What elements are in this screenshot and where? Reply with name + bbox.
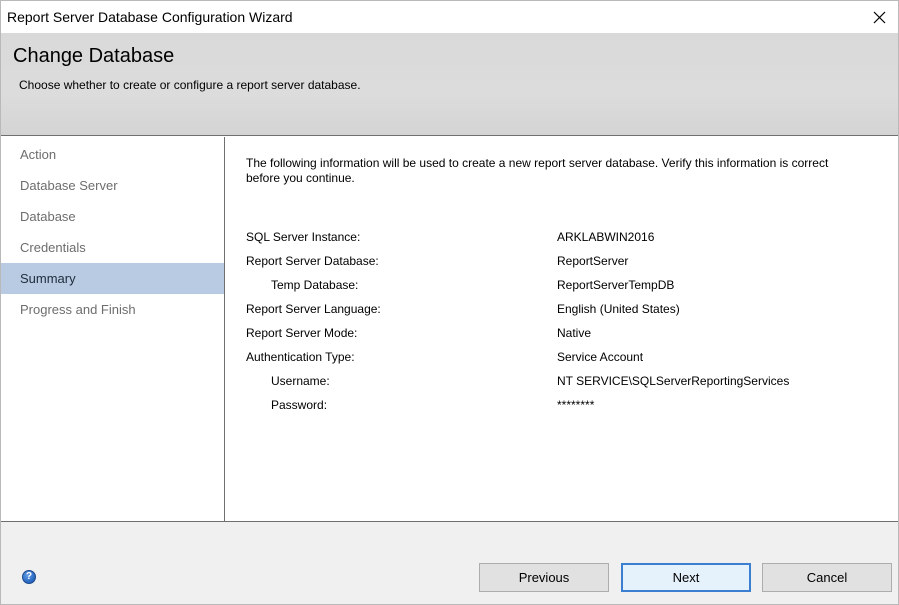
summary-intro-text: The following information will be used t… xyxy=(246,156,829,185)
summary-value: Native xyxy=(557,326,592,340)
page-title: Change Database xyxy=(13,45,175,67)
summary-value: ReportServer xyxy=(557,254,629,268)
summary-value: ******** xyxy=(557,398,595,412)
close-icon xyxy=(873,11,885,23)
summary-panel: The following information will be used t… xyxy=(226,137,898,521)
summary-label: SQL Server Instance: xyxy=(246,230,361,244)
summary-row-mode: Report Server Mode: Native xyxy=(246,326,886,344)
page-header: Change Database Choose whether to create… xyxy=(1,33,898,136)
summary-value: ARKLABWIN2016 xyxy=(557,230,655,244)
title-bar: Report Server Database Configuration Wiz… xyxy=(1,1,898,33)
wizard-footer: ? Previous Next Cancel xyxy=(1,522,898,604)
wizard-window: Report Server Database Configuration Wiz… xyxy=(0,0,899,605)
summary-label: Report Server Language: xyxy=(246,302,381,316)
sidebar-item-action[interactable]: Action xyxy=(1,139,224,170)
close-button[interactable] xyxy=(866,4,892,30)
sidebar-item-database-server[interactable]: Database Server xyxy=(1,170,224,201)
summary-label: Report Server Database: xyxy=(246,254,379,268)
summary-row-temp-database: Temp Database: ReportServerTempDB xyxy=(246,278,886,296)
summary-row-sql-instance: SQL Server Instance: ARKLABWIN2016 xyxy=(246,230,886,248)
summary-label: Authentication Type: xyxy=(246,350,355,364)
wizard-steps-sidebar: Action Database Server Database Credenti… xyxy=(1,137,225,521)
summary-label: Temp Database: xyxy=(271,278,359,292)
previous-button[interactable]: Previous xyxy=(479,563,609,592)
summary-label: Password: xyxy=(271,398,328,412)
summary-label: Username: xyxy=(271,374,330,388)
summary-row-password: Password: ******** xyxy=(246,398,886,416)
summary-value: ReportServerTempDB xyxy=(557,278,675,292)
window-title: Report Server Database Configuration Wiz… xyxy=(7,9,293,25)
sidebar-item-credentials[interactable]: Credentials xyxy=(1,232,224,263)
help-icon[interactable]: ? xyxy=(22,570,36,584)
cancel-button[interactable]: Cancel xyxy=(762,563,892,592)
summary-label: Report Server Mode: xyxy=(246,326,358,340)
summary-value: NT SERVICE\SQLServerReportingServices xyxy=(557,374,790,388)
summary-row-authentication-type: Authentication Type: Service Account xyxy=(246,350,886,368)
summary-value: English (United States) xyxy=(557,302,680,316)
sidebar-item-database[interactable]: Database xyxy=(1,201,224,232)
page-subtitle: Choose whether to create or configure a … xyxy=(19,78,361,92)
summary-row-language: Report Server Language: English (United … xyxy=(246,302,886,320)
summary-row-username: Username: NT SERVICE\SQLServerReportingS… xyxy=(246,374,886,392)
summary-row-report-server-database: Report Server Database: ReportServer xyxy=(246,254,886,272)
summary-value: Service Account xyxy=(557,350,644,364)
sidebar-item-progress-and-finish[interactable]: Progress and Finish xyxy=(1,294,224,325)
sidebar-item-summary[interactable]: Summary xyxy=(1,263,224,294)
next-button[interactable]: Next xyxy=(621,563,751,592)
